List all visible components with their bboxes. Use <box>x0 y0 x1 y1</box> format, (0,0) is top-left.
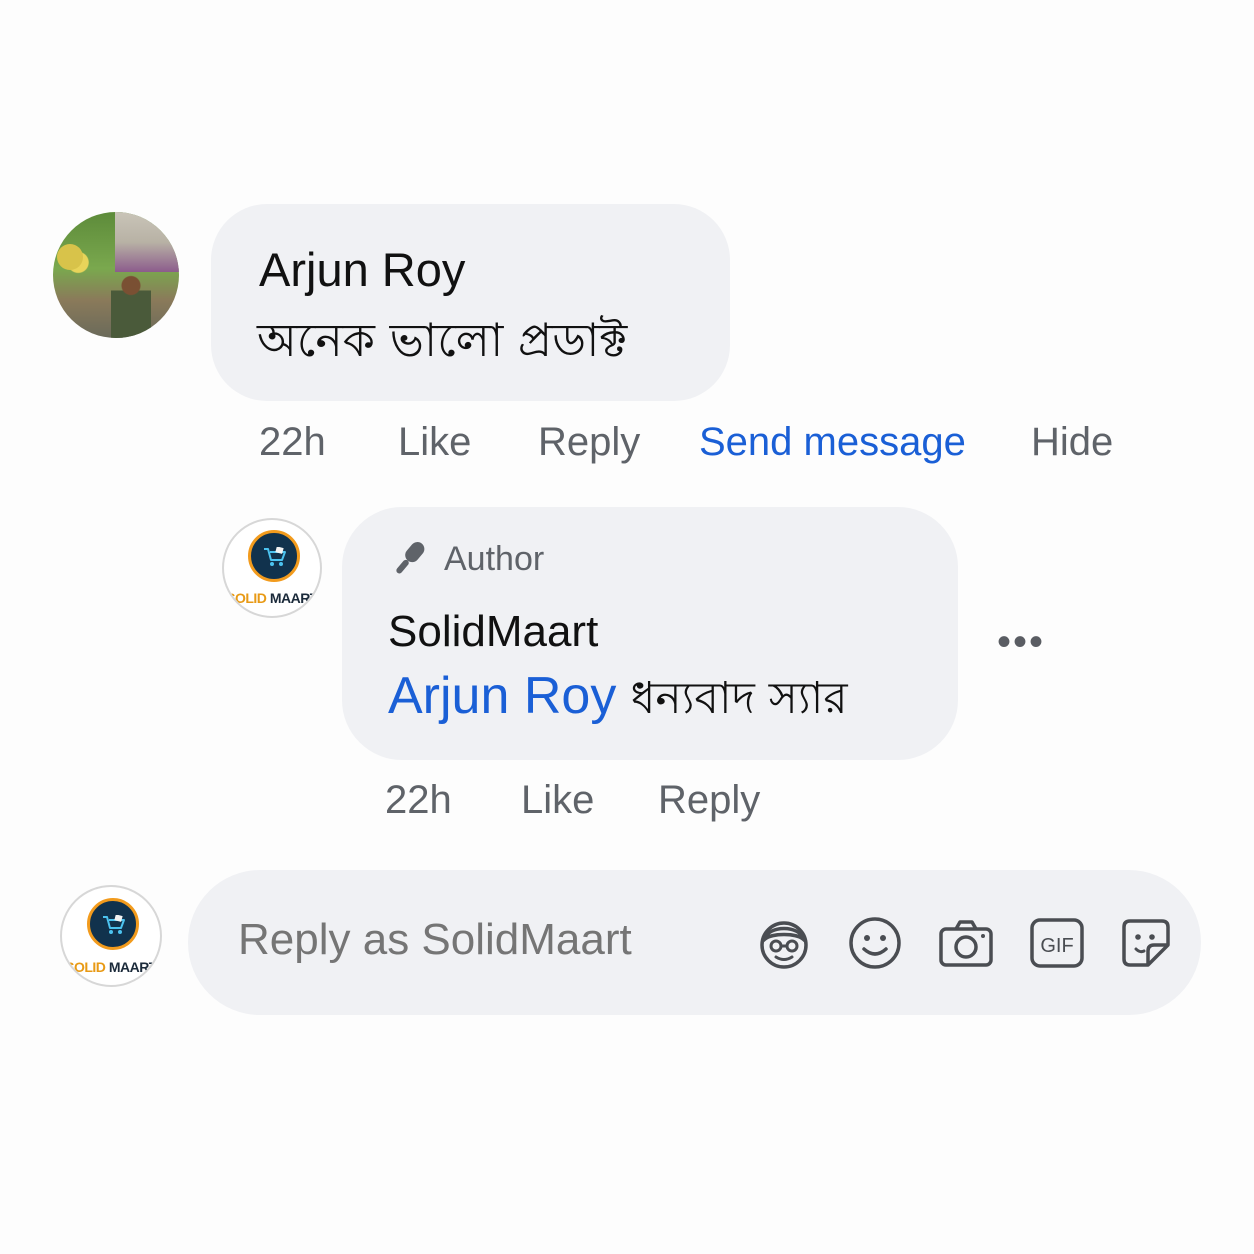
emoji-icon[interactable] <box>847 915 903 971</box>
comment-thread: Arjun Roy অনেক ভালো প্রডাক্ট 22h Like Re… <box>0 0 1254 1254</box>
reply-button[interactable]: Reply <box>538 420 640 465</box>
more-options-icon[interactable]: ••• <box>997 620 1045 665</box>
sticker-icon[interactable] <box>1118 915 1174 971</box>
avatar-sticker-icon[interactable] <box>756 915 812 971</box>
like-button[interactable]: Like <box>398 420 471 465</box>
comment-text: অনেক ভালো প্রডাক্ট <box>257 313 628 367</box>
avatar-photo-house <box>115 212 179 272</box>
camera-icon[interactable] <box>938 915 994 971</box>
logo-wordmark: SOLID MAART <box>226 590 318 606</box>
mention-link[interactable]: Arjun Roy <box>388 667 616 725</box>
reply-author-name[interactable]: SolidMaart <box>388 607 598 657</box>
author-badge: Author <box>388 537 544 581</box>
reply-composer[interactable]: GIF <box>188 870 1201 1015</box>
gif-icon[interactable]: GIF <box>1029 915 1085 971</box>
microphone-icon <box>396 542 425 574</box>
comment-bubble: Arjun Roy অনেক ভালো প্রডাক্ট <box>211 204 730 401</box>
reply-input[interactable] <box>236 914 720 966</box>
send-message-button[interactable]: Send message <box>699 420 966 465</box>
reply-bubble: Author SolidMaart Arjun Roy ধন্যবাদ স্যা… <box>342 507 958 760</box>
author-badge-label: Author <box>444 539 545 578</box>
comment-timestamp[interactable]: 22h <box>259 420 326 465</box>
comment-author-name[interactable]: Arjun Roy <box>259 242 465 297</box>
avatar-photo-person <box>111 274 151 338</box>
logo-wordmark: SOLID MAART <box>65 959 157 975</box>
commenter-avatar[interactable] <box>53 212 179 338</box>
page-avatar[interactable]: SOLID MAART <box>222 518 322 618</box>
cart-icon <box>103 915 125 934</box>
avatar-photo-ball <box>57 244 83 270</box>
reply-text: Arjun Roy ধন্যবাদ স্যার <box>388 665 848 738</box>
gif-label: GIF <box>1040 935 1073 957</box>
hide-button[interactable]: Hide <box>1031 420 1113 465</box>
composer-avatar: SOLID MAART <box>60 885 162 987</box>
reply-timestamp[interactable]: 22h <box>385 778 452 823</box>
cart-icon <box>264 547 286 566</box>
logo-cart-badge <box>87 898 139 950</box>
reply-body: ধন্যবাদ স্যার <box>630 673 848 724</box>
reply-reply-button[interactable]: Reply <box>658 778 760 823</box>
reply-like-button[interactable]: Like <box>521 778 594 823</box>
logo-cart-badge <box>248 530 300 582</box>
